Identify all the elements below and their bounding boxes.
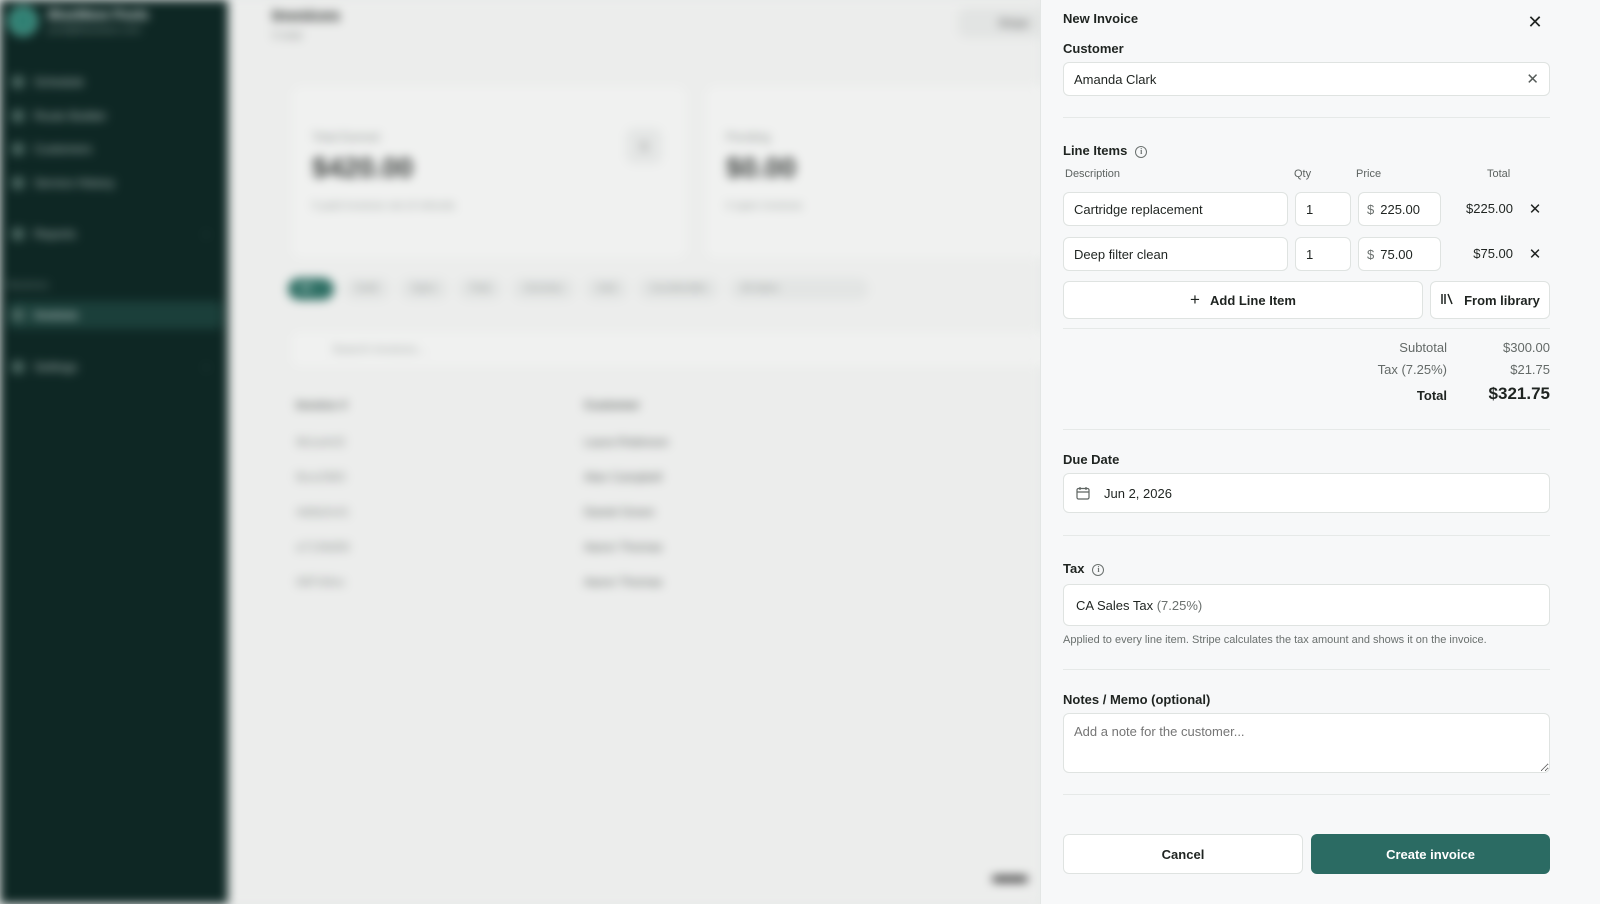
history-icon — [12, 177, 24, 189]
table-row[interactable]: fbce2983 Alan Campbell — [292, 460, 1052, 495]
tax-label: Tax i — [1063, 561, 1105, 576]
chevron-right-icon: › — [204, 228, 208, 240]
due-date-label: Due Date — [1063, 452, 1120, 467]
date-filter-select[interactable]: All dates — [728, 278, 869, 300]
filter-overdue[interactable]: Overdue — [512, 278, 575, 300]
tax-rate: (7.25%) — [1156, 598, 1203, 613]
line-item-total: $225.00 — [1466, 201, 1513, 216]
stripe-button[interactable]: Stripe — [958, 8, 1048, 38]
table-row[interactable]: 4d8d2e41 Daniel Green — [292, 495, 1052, 530]
sidebar-item-route-builder[interactable]: Route Builder — [8, 102, 222, 130]
divider — [1063, 328, 1550, 329]
sidebar-item-reports[interactable]: Reports › — [8, 220, 222, 248]
sidebar: BlueWave Pools pool@bluewave.com Schedul… — [0, 0, 228, 904]
due-date-picker[interactable]: Jun 2, 2026 — [1063, 473, 1550, 513]
dollar-icon: $ — [626, 128, 662, 164]
table-row[interactable]: a7136d58 Aaron Thomas — [292, 530, 1052, 565]
new-invoice-drawer: New Invoice ✕ Customer Amanda Clark ✕ Li… — [1040, 0, 1600, 904]
library-icon — [1440, 293, 1454, 308]
divider — [1063, 429, 1550, 430]
info-icon[interactable]: i — [1135, 146, 1148, 158]
brand: BlueWave Pools pool@bluewave.com — [8, 6, 149, 36]
search-input[interactable]: Search invoices... — [292, 332, 1052, 366]
sidebar-item-service-history[interactable]: Service History — [8, 169, 222, 197]
subtotal-label: Subtotal — [1399, 340, 1447, 355]
nav-section-label: Business — [8, 280, 49, 291]
create-invoice-button[interactable]: Create invoice — [1311, 834, 1550, 874]
drawer-title: New Invoice — [1063, 11, 1139, 26]
customer-select[interactable]: Amanda Clark ✕ — [1063, 62, 1550, 96]
tax-hint: Applied to every line item. Stripe calcu… — [1063, 634, 1487, 646]
users-icon — [12, 143, 24, 155]
tax-summary-label: Tax (7.25%) — [1377, 362, 1447, 377]
invoice-icon — [12, 309, 24, 321]
column-header-customer[interactable]: Customer — [584, 398, 640, 412]
stat-card-earned: Total Earned $420.00 5 paid invoices net… — [292, 86, 686, 258]
remove-line-item-icon[interactable]: ✕ — [1527, 245, 1543, 263]
subtotal-value: $300.00 — [1503, 340, 1550, 355]
line-item-qty-input[interactable]: 1 — [1295, 192, 1351, 226]
sidebar-item-schedule[interactable]: Schedule — [8, 68, 222, 96]
table-row[interactable]: 9b1a4cf2 Laura Robinson — [292, 425, 1052, 460]
customer-label: Customer — [1063, 41, 1124, 56]
page-subtitle: 5 total — [272, 30, 302, 42]
filter-paid[interactable]: Paid — [458, 278, 503, 300]
notes-label: Notes / Memo (optional) — [1063, 692, 1211, 707]
close-icon[interactable]: ✕ — [1525, 12, 1545, 32]
chevron-right-icon: › — [204, 361, 208, 373]
due-date-value: Jun 2, 2026 — [1104, 486, 1172, 501]
route-icon — [12, 110, 24, 122]
drag-handle[interactable] — [992, 876, 1028, 882]
filter-bar: All Draft Open Paid Overdue Void Uncolle… — [288, 278, 869, 300]
add-line-item-button[interactable]: + Add Line Item — [1063, 281, 1423, 319]
line-item-total: $75.00 — [1473, 246, 1513, 261]
filter-uncollectible[interactable]: Uncollectible — [637, 278, 719, 300]
divider — [1063, 535, 1550, 536]
column-header-invoice[interactable]: Invoice # — [296, 398, 347, 412]
filter-draft[interactable]: Draft — [344, 278, 390, 300]
column-price: Price — [1356, 168, 1382, 180]
sidebar-item-invoices[interactable]: Invoices — [8, 301, 222, 329]
line-item-description-input[interactable]: Cartridge replacement — [1063, 192, 1288, 226]
brand-logo — [8, 6, 38, 36]
filter-all[interactable]: All — [288, 278, 334, 300]
table-row[interactable]: 08f7d0ec Aaron Thomas — [292, 565, 1052, 600]
divider — [1063, 794, 1550, 795]
page-title: Invoices — [272, 6, 341, 25]
sidebar-item-customers[interactable]: Customers — [8, 135, 222, 163]
tax-rate-select[interactable]: CA Sales Tax (7.25%) — [1063, 584, 1550, 626]
line-items-label: Line Items i — [1063, 143, 1148, 158]
calendar-icon — [12, 76, 24, 88]
sidebar-item-settings[interactable]: Settings › — [8, 353, 222, 381]
column-qty: Qty — [1294, 168, 1312, 180]
filter-void[interactable]: Void — [584, 278, 628, 300]
chart-icon — [12, 228, 24, 240]
from-library-button[interactable]: From library — [1430, 281, 1550, 319]
info-icon[interactable]: i — [1092, 564, 1105, 576]
customer-value: Amanda Clark — [1074, 72, 1157, 87]
total-label: Total — [1416, 388, 1447, 403]
main-content: Invoices 5 total Stripe Total Earned $42… — [228, 0, 1100, 904]
line-item-qty-input[interactable]: 1 — [1295, 237, 1351, 271]
currency-symbol: $ — [1367, 247, 1375, 262]
plus-icon: + — [1190, 290, 1200, 309]
currency-symbol: $ — [1367, 202, 1375, 217]
tax-name: CA Sales Tax — [1076, 598, 1154, 613]
total-value: $321.75 — [1488, 384, 1550, 403]
line-item-description-input[interactable]: Deep filter clean — [1063, 237, 1288, 271]
cancel-button[interactable]: Cancel — [1063, 834, 1303, 874]
filter-open[interactable]: Open — [399, 278, 449, 300]
divider — [1063, 117, 1550, 118]
column-description: Description — [1065, 168, 1121, 180]
notes-textarea[interactable] — [1063, 713, 1550, 773]
tax-summary-value: $21.75 — [1510, 362, 1550, 377]
brand-email: pool@bluewave.com — [48, 24, 141, 36]
remove-line-item-icon[interactable]: ✕ — [1527, 200, 1543, 218]
calendar-icon — [1076, 486, 1090, 503]
divider — [1063, 669, 1550, 670]
brand-name: BlueWave Pools — [48, 6, 149, 22]
clear-icon[interactable]: ✕ — [1526, 70, 1539, 88]
column-total: Total — [1487, 168, 1511, 180]
gear-icon — [12, 361, 24, 373]
